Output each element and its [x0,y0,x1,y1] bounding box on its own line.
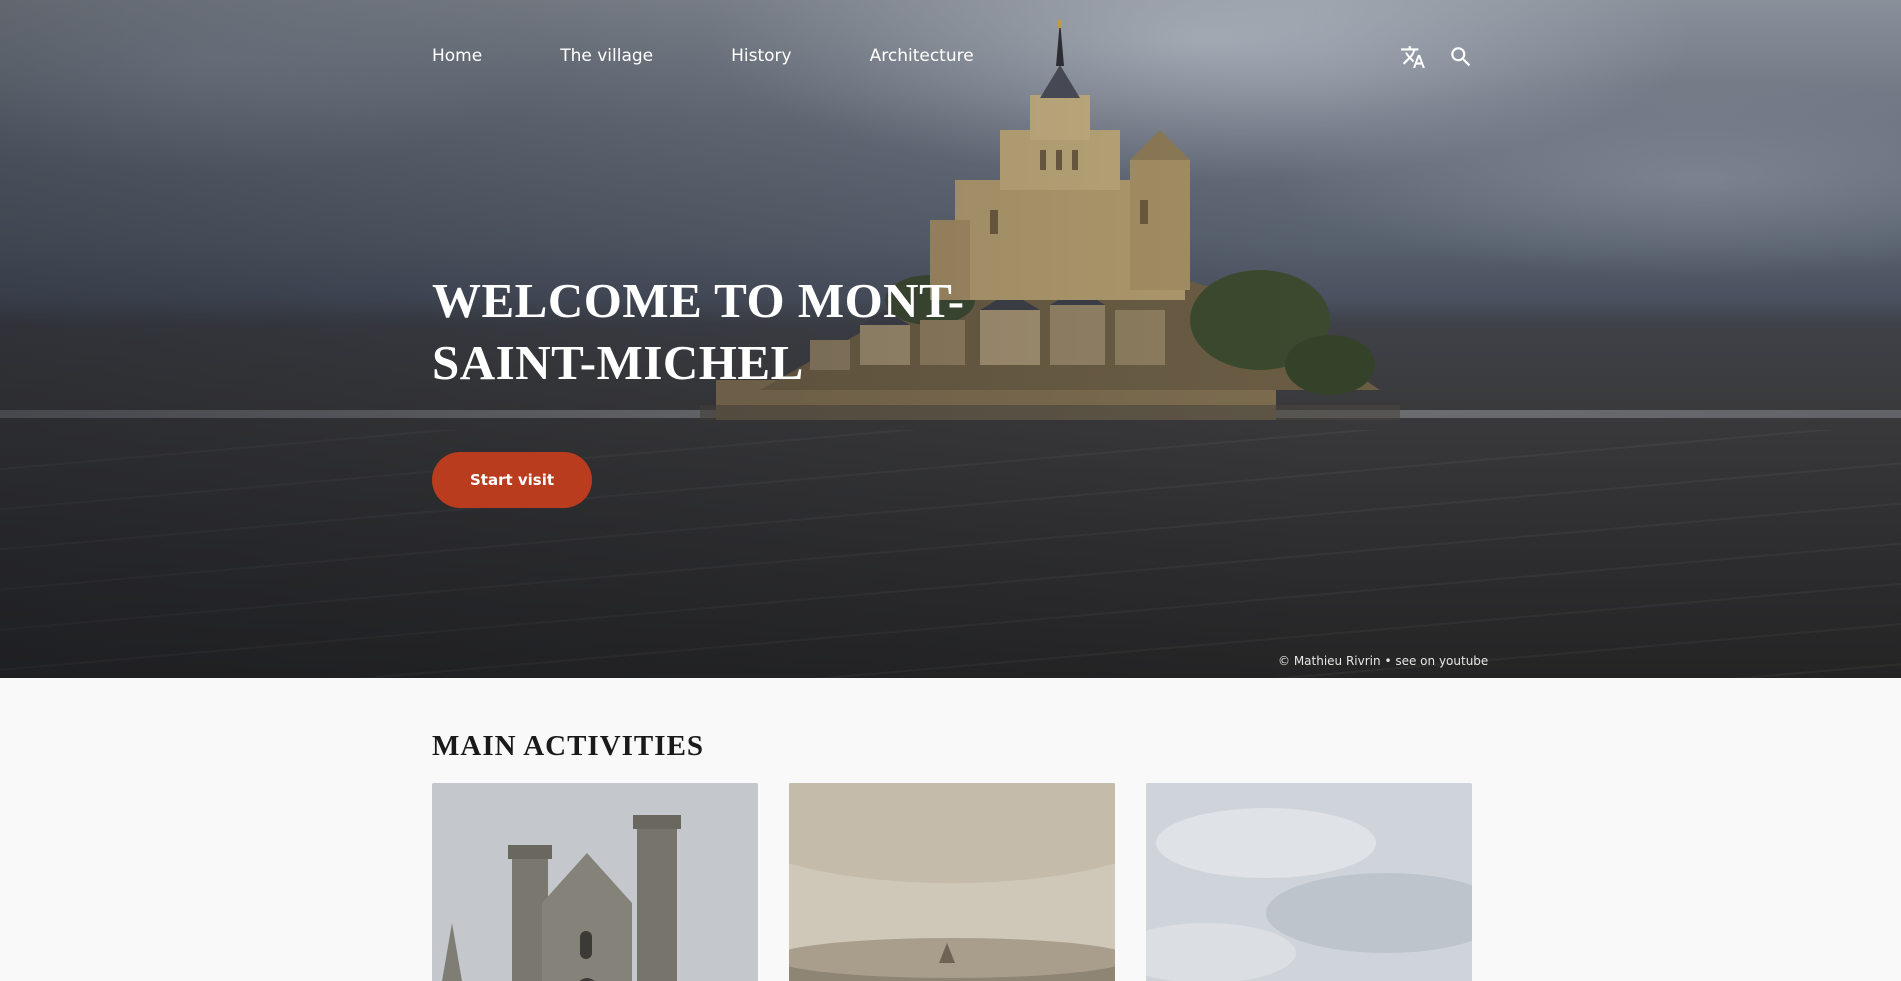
photo-credit: © Mathieu Rivrin • see on youtube [1278,654,1488,668]
activity-card-bay[interactable] [789,783,1115,981]
nav-item-architecture[interactable]: Architecture [870,46,974,66]
credit-separator: • [1380,654,1396,668]
nav-item-history[interactable]: History [731,46,791,66]
bay-landscape-photo [789,783,1115,981]
section-title-main-activities: MAIN ACTIVITIES [432,730,705,762]
nav-item-home[interactable]: Home [432,46,482,66]
activity-card-abbey[interactable] [432,783,758,981]
translate-icon[interactable] [1400,44,1426,70]
nav-icon-group [1400,44,1474,70]
cloudy-sky-photo [1146,783,1472,981]
abbey-towers-photo [432,783,758,981]
hero-banner: Home The village History Architecture WE… [0,0,1901,678]
main-nav: Home The village History Architecture [432,46,1052,66]
activity-card-sky[interactable] [1146,783,1472,981]
youtube-link[interactable]: see on youtube [1395,654,1488,668]
start-visit-button[interactable]: Start visit [432,452,592,508]
nav-item-the-village[interactable]: The village [560,46,653,66]
credit-author: © Mathieu Rivrin [1278,654,1381,668]
search-icon[interactable] [1448,44,1474,70]
hero-title: WELCOME TO MONT-SAINT-MICHEL [432,273,965,390]
